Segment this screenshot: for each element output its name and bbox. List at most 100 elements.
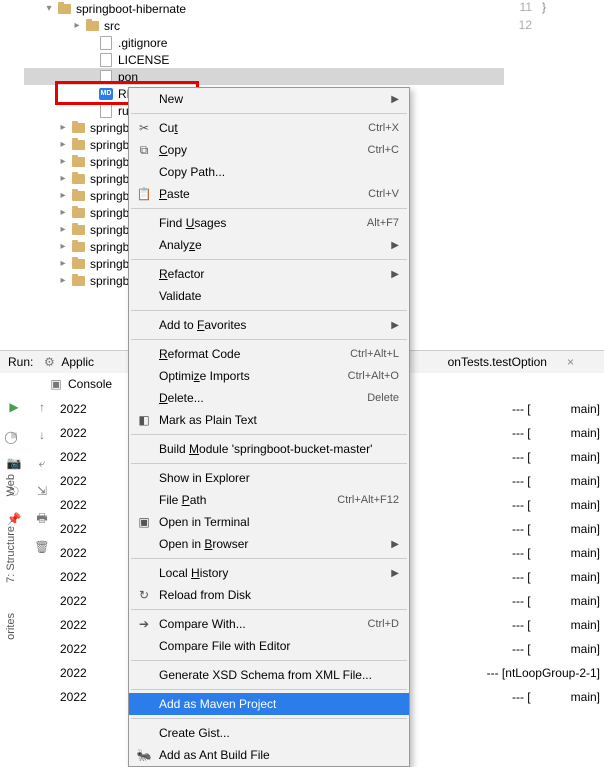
menu-item[interactable]: Copy Path... [129, 161, 409, 183]
menu-item-label: Compare With... [159, 617, 368, 631]
menu-item-label: Local History [159, 566, 385, 580]
tree-item[interactable]: ▾springboot-hibernate [24, 0, 504, 17]
menu-item-icon [135, 215, 153, 231]
menu-item[interactable]: Add to Favorites▶ [129, 314, 409, 336]
left-toolbar: ◯ Web 7: Structure orites [0, 430, 22, 640]
expand-arrow-icon[interactable]: ▸ [56, 173, 70, 184]
folder-icon [70, 222, 86, 238]
side-tab-favorites[interactable]: orites [5, 613, 17, 640]
folder-icon [84, 18, 100, 34]
scroll-icon[interactable]: ⇲ [34, 483, 50, 499]
expand-arrow-icon[interactable]: ▸ [56, 139, 70, 150]
menu-item[interactable]: Generate XSD Schema from XML File... [129, 664, 409, 686]
menu-item-shortcut: Ctrl+Alt+L [350, 348, 399, 360]
menu-item-label: Generate XSD Schema from XML File... [159, 668, 399, 682]
menu-item[interactable]: ◧Mark as Plain Text [129, 409, 409, 431]
menu-item[interactable]: ⧉CopyCtrl+C [129, 139, 409, 161]
expand-arrow-icon[interactable]: ▸ [56, 156, 70, 167]
menu-item-label: Create Gist... [159, 726, 399, 740]
menu-item[interactable]: ↻Reload from Disk [129, 584, 409, 606]
menu-item-icon: ◧ [135, 412, 153, 428]
menu-item[interactable]: Refactor▶ [129, 263, 409, 285]
markdown-icon: MD [98, 86, 114, 102]
menu-item[interactable]: Add as Maven Project [129, 693, 409, 715]
circle-icon[interactable]: ◯ [4, 430, 17, 444]
expand-arrow-icon[interactable]: ▸ [56, 258, 70, 269]
down-icon[interactable]: ↓ [34, 427, 50, 443]
close-icon[interactable]: × [567, 355, 574, 369]
console-icon: ▣ [48, 376, 64, 392]
side-tab-web[interactable]: Web [5, 474, 17, 496]
menu-item[interactable]: Show in Explorer [129, 467, 409, 489]
wrap-icon[interactable]: ⤶ [34, 455, 50, 471]
menu-item[interactable]: Optimize ImportsCtrl+Alt+O [129, 365, 409, 387]
menu-item[interactable]: Find UsagesAlt+F7 [129, 212, 409, 234]
expand-arrow-icon[interactable]: ▸ [56, 207, 70, 218]
menu-item-icon [135, 288, 153, 304]
menu-item-icon [135, 346, 153, 362]
tab-test[interactable]: onTests.testOption [448, 355, 547, 369]
folder-icon [70, 239, 86, 255]
tree-item-label: springb [90, 138, 129, 152]
menu-item[interactable]: Build Module 'springboot-bucket-master' [129, 438, 409, 460]
menu-item-icon [135, 441, 153, 457]
tree-item[interactable]: LICENSE [24, 51, 504, 68]
menu-item[interactable]: New▶ [129, 88, 409, 110]
file-icon [98, 35, 114, 51]
menu-item[interactable]: Local History▶ [129, 562, 409, 584]
menu-item-label: New [159, 92, 385, 106]
context-menu[interactable]: New▶✂CutCtrl+X⧉CopyCtrl+CCopy Path...📋Pa… [128, 87, 410, 767]
tree-item-label: springb [90, 257, 129, 271]
print-icon[interactable]: 🖶 [34, 511, 50, 527]
menu-item[interactable]: ➔Compare With...Ctrl+D [129, 613, 409, 635]
menu-item[interactable]: 📋PasteCtrl+V [129, 183, 409, 205]
menu-item[interactable]: Delete...Delete [129, 387, 409, 409]
menu-item[interactable]: Create Gist... [129, 722, 409, 744]
file-icon [98, 69, 114, 85]
menu-separator [131, 660, 407, 661]
menu-item-label: Delete... [159, 391, 367, 405]
expand-arrow-icon[interactable]: ▸ [56, 275, 70, 286]
menu-item[interactable]: Reformat CodeCtrl+Alt+L [129, 343, 409, 365]
side-tab-structure[interactable]: 7: Structure [5, 526, 17, 583]
expand-arrow-icon[interactable]: ▾ [42, 3, 56, 14]
line-number: 12 [504, 18, 542, 36]
menu-item[interactable]: Open in Browser▶ [129, 533, 409, 555]
run-icon[interactable]: ▶ [6, 399, 22, 415]
menu-item-icon [135, 368, 153, 384]
menu-item-label: Build Module 'springboot-bucket-master' [159, 442, 399, 456]
trash-icon[interactable]: 🗑 [34, 539, 50, 555]
folder-icon [70, 256, 86, 272]
folder-icon [70, 154, 86, 170]
folder-icon [70, 137, 86, 153]
menu-item[interactable]: ▣Open in Terminal [129, 511, 409, 533]
menu-item[interactable]: ✂CutCtrl+X [129, 117, 409, 139]
tree-item[interactable]: .gitignore [24, 34, 504, 51]
folder-icon [70, 273, 86, 289]
menu-item-label: File Path [159, 493, 337, 507]
expand-arrow-icon[interactable]: ▸ [70, 20, 84, 31]
expand-arrow-icon[interactable]: ▸ [56, 190, 70, 201]
tree-item[interactable]: ▸src [24, 17, 504, 34]
menu-item[interactable]: Validate [129, 285, 409, 307]
tab-console[interactable]: Console [68, 377, 112, 391]
tree-item-label: pon [118, 70, 138, 84]
menu-item-icon [135, 565, 153, 581]
submenu-arrow-icon: ▶ [385, 539, 399, 550]
menu-item[interactable]: Compare File with Editor [129, 635, 409, 657]
menu-item-label: Add to Favorites [159, 318, 385, 332]
expand-arrow-icon[interactable]: ▸ [56, 241, 70, 252]
tree-item[interactable]: pon [24, 68, 504, 85]
menu-item-icon [135, 725, 153, 741]
run-config-name[interactable]: Applic [61, 355, 94, 369]
menu-item[interactable]: Analyze▶ [129, 234, 409, 256]
menu-separator [131, 339, 407, 340]
menu-item[interactable]: 🐜Add as Ant Build File [129, 744, 409, 766]
expand-arrow-icon[interactable]: ▸ [56, 122, 70, 133]
up-icon[interactable]: ↑ [34, 399, 50, 415]
menu-item-icon [135, 164, 153, 180]
folder-icon [70, 171, 86, 187]
menu-item[interactable]: File PathCtrl+Alt+F12 [129, 489, 409, 511]
expand-arrow-icon[interactable]: ▸ [56, 224, 70, 235]
menu-item-shortcut: Ctrl+V [368, 188, 399, 200]
